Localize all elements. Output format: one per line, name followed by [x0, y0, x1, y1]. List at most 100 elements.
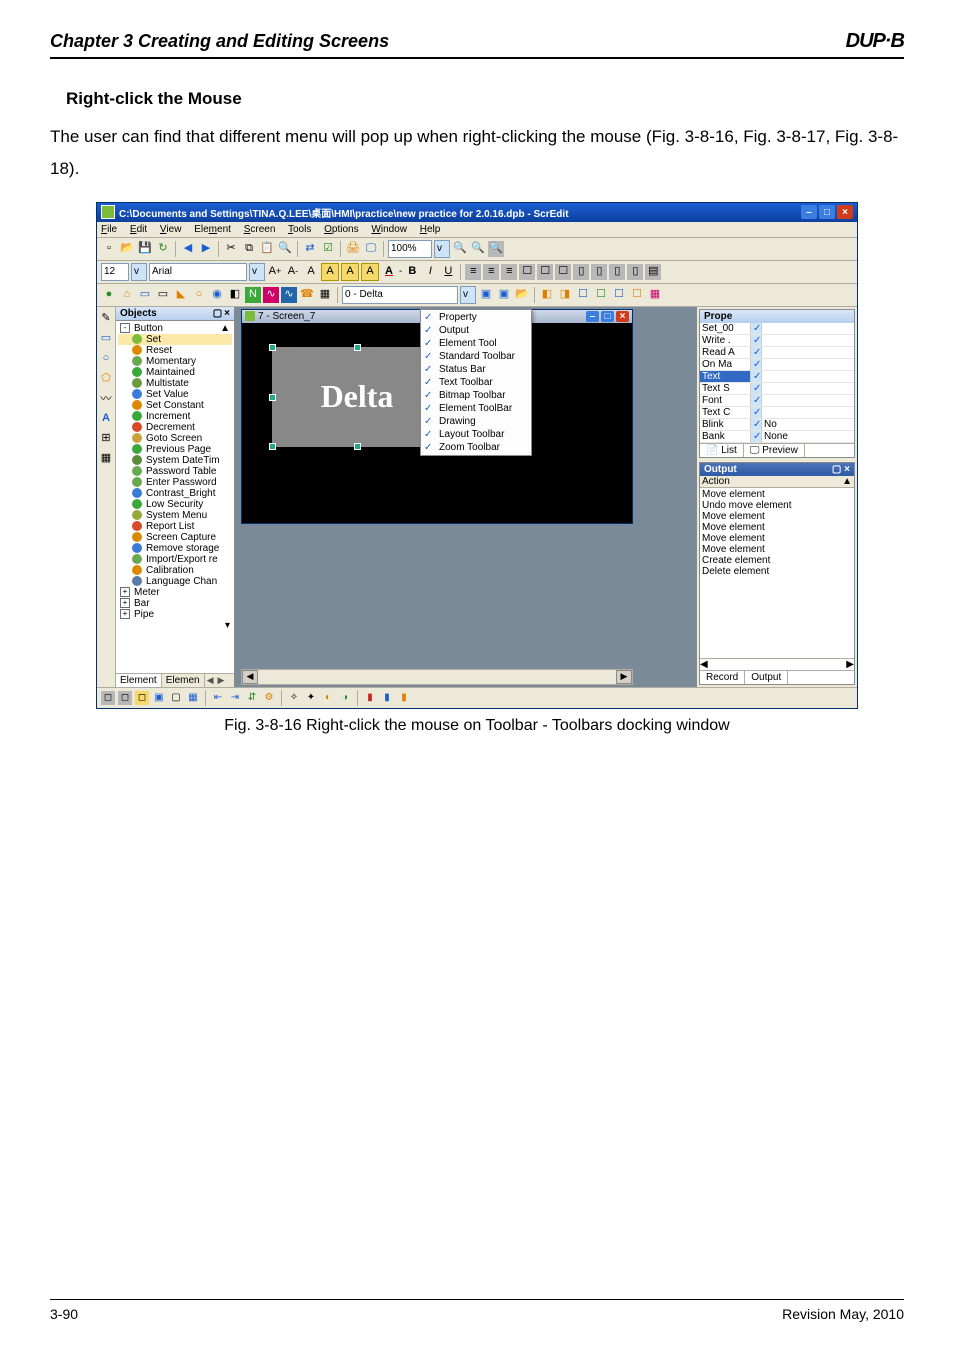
property-check-icon[interactable]: ✓: [750, 347, 762, 359]
forward-icon[interactable]: ▶: [198, 241, 214, 257]
align-middle-icon[interactable]: ☐: [537, 264, 553, 280]
sb-icon-8[interactable]: ⇥: [228, 691, 242, 705]
sb-icon-10[interactable]: ⚙: [262, 691, 276, 705]
toolbar-context-menu[interactable]: ✓Property✓Output✓Element Tool✓Standard T…: [420, 309, 532, 456]
underline-icon[interactable]: U: [440, 264, 456, 280]
scroll-up-icon[interactable]: ▲: [220, 323, 230, 334]
output-scroll-up-icon[interactable]: ▲: [842, 476, 852, 487]
a-plus-icon[interactable]: A+: [267, 264, 283, 280]
el-circle-icon[interactable]: ●: [101, 287, 117, 303]
sb-icon-11[interactable]: ✧: [287, 691, 301, 705]
close-button[interactable]: ×: [837, 205, 853, 219]
tree-group[interactable]: +Bar: [118, 598, 232, 609]
valign4-icon[interactable]: ▯: [627, 264, 643, 280]
save-icon[interactable]: 💾: [137, 241, 153, 257]
find-icon[interactable]: 🔍: [277, 241, 293, 257]
tab-element[interactable]: Element: [116, 674, 162, 687]
polygon-icon[interactable]: ⬠: [99, 371, 113, 385]
tree-item[interactable]: System Menu: [118, 510, 232, 521]
el-grid-icon[interactable]: ▦: [317, 287, 333, 303]
property-check-icon[interactable]: ✓: [750, 395, 762, 407]
sb-icon-5[interactable]: ▢: [169, 691, 183, 705]
tb-c-icon[interactable]: ☐: [575, 287, 591, 303]
tree-item[interactable]: Low Security: [118, 499, 232, 510]
output-scroll-left-icon[interactable]: ◀: [700, 659, 708, 670]
context-menu-item[interactable]: ✓Zoom Toolbar: [421, 441, 531, 454]
tree-item[interactable]: Set: [118, 334, 232, 345]
tree-item[interactable]: Reset: [118, 345, 232, 356]
context-menu-item[interactable]: ✓Text Toolbar: [421, 376, 531, 389]
paste-icon[interactable]: 📋: [259, 241, 275, 257]
sb-icon-7[interactable]: ⇤: [211, 691, 225, 705]
tree-item[interactable]: Previous Page: [118, 444, 232, 455]
property-value[interactable]: None: [762, 431, 854, 443]
panel-pin-icon[interactable]: ▢: [213, 308, 222, 319]
el-n-icon[interactable]: N: [245, 287, 261, 303]
refresh-icon[interactable]: ↻: [155, 241, 171, 257]
canvas-element[interactable]: Delta: [272, 347, 442, 447]
tree-item[interactable]: Report List: [118, 521, 232, 532]
tab-nav-right[interactable]: ▶: [216, 674, 227, 687]
valign1-icon[interactable]: ▯: [573, 264, 589, 280]
property-grid[interactable]: Set_00✓Write .✓Read A✓On Ma✓Text✓Text S✓…: [700, 323, 854, 443]
sb-icon-14[interactable]: ◑: [338, 691, 352, 705]
tb-a-icon[interactable]: ◧: [539, 287, 555, 303]
font-size-input[interactable]: 12: [101, 263, 129, 281]
tree-item[interactable]: Decrement: [118, 422, 232, 433]
output-scroll-right-icon[interactable]: ▶: [846, 659, 854, 670]
output-row[interactable]: Undo move element: [702, 500, 852, 511]
property-value[interactable]: No: [762, 419, 854, 431]
tb-d-icon[interactable]: ☐: [593, 287, 609, 303]
pencil-icon[interactable]: ✎: [99, 311, 113, 325]
bold-icon[interactable]: B: [404, 264, 420, 280]
tree-dropdown-icon[interactable]: ▾: [225, 620, 230, 631]
tree-item[interactable]: Increment: [118, 411, 232, 422]
context-menu-item[interactable]: ✓Standard Toolbar: [421, 350, 531, 363]
text-a-icon[interactable]: A: [99, 411, 113, 425]
tree-item[interactable]: Multistate: [118, 378, 232, 389]
tree-item[interactable]: Language Chan: [118, 576, 232, 587]
window-titlebar[interactable]: C:\Documents and Settings\TINA.Q.LEE\桌面\…: [97, 203, 857, 222]
sb-icon-4[interactable]: ▣: [152, 691, 166, 705]
align-top-icon[interactable]: ☐: [519, 264, 535, 280]
align-center-icon[interactable]: ≡: [483, 264, 499, 280]
property-check-icon[interactable]: ✓: [750, 335, 762, 347]
cut-icon[interactable]: ✂: [223, 241, 239, 257]
output-row[interactable]: Move element: [702, 522, 852, 533]
tab-element2[interactable]: Elemen: [162, 674, 205, 687]
maximize-button[interactable]: □: [819, 205, 835, 219]
sb-icon-9[interactable]: ⇵: [245, 691, 259, 705]
transfer-icon[interactable]: ⇄: [302, 241, 318, 257]
rect-icon[interactable]: ▭: [99, 331, 113, 345]
menu-options[interactable]: Options: [324, 224, 358, 235]
nav2-icon[interactable]: ▣: [496, 287, 512, 303]
highlight1-icon[interactable]: A: [321, 263, 339, 281]
tree-item[interactable]: Enter Password: [118, 477, 232, 488]
font-name-input[interactable]: Arial: [149, 263, 247, 281]
sb-icon-17[interactable]: ▮: [397, 691, 411, 705]
collapse-icon[interactable]: -: [120, 323, 130, 333]
highlight3-icon[interactable]: A: [361, 263, 379, 281]
property-check-icon[interactable]: ✓: [750, 359, 762, 371]
circle-icon[interactable]: ○: [99, 351, 113, 365]
property-value[interactable]: [762, 347, 854, 359]
property-check-icon[interactable]: ✓: [750, 371, 762, 383]
el-rect2-icon[interactable]: ▭: [155, 287, 171, 303]
tree-item[interactable]: System DateTim: [118, 455, 232, 466]
tree-item[interactable]: Contrast_Bright: [118, 488, 232, 499]
property-check-icon[interactable]: ✓: [750, 383, 762, 395]
expand-icon[interactable]: +: [120, 587, 130, 597]
property-value[interactable]: [762, 323, 854, 335]
output-row[interactable]: Move element: [702, 533, 852, 544]
expand-icon[interactable]: +: [120, 609, 130, 619]
scroll-left-icon[interactable]: ◀: [242, 670, 258, 684]
el-rect1-icon[interactable]: ▭: [137, 287, 153, 303]
panel-close-icon[interactable]: ×: [224, 308, 230, 319]
font-name-dropdown[interactable]: v: [249, 263, 265, 281]
sb-icon-13[interactable]: ◐: [321, 691, 335, 705]
output-list[interactable]: Move element Undo move element Move elemen…: [700, 488, 854, 658]
tb-b-icon[interactable]: ◨: [557, 287, 573, 303]
zoom-fit-icon[interactable]: 🔍: [488, 241, 504, 257]
canvas-horizontal-scrollbar[interactable]: ◀ ▶: [241, 669, 633, 685]
el-led-icon[interactable]: ◉: [209, 287, 225, 303]
